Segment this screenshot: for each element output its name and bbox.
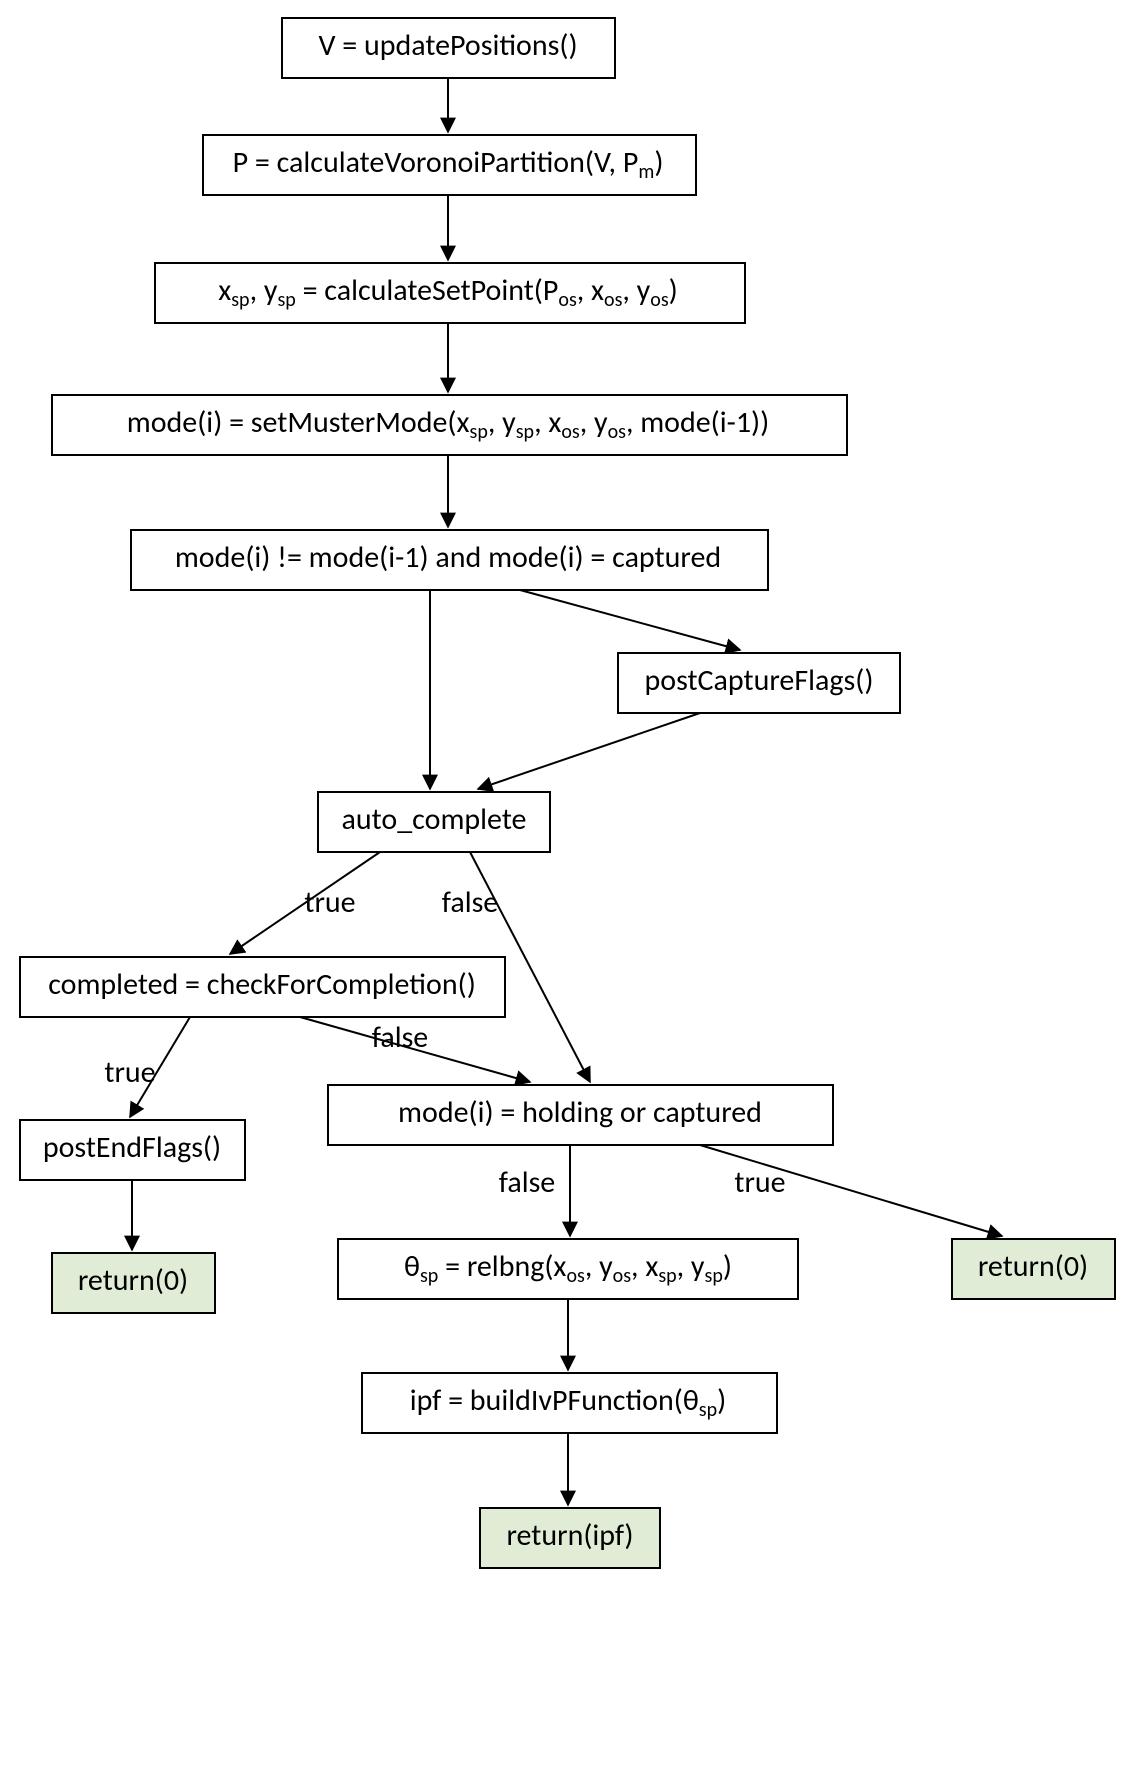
- edge-7-11-label: false: [442, 884, 498, 921]
- edge-8-9-label: true: [104, 1054, 155, 1091]
- node-post-end-flags-label: postEndFlags(): [43, 1129, 221, 1166]
- node-voronoi-partition-label: P = calculateVoronoiPartition(V, Pm): [233, 144, 664, 184]
- edge-11-15-label: true: [734, 1164, 785, 1201]
- node-post-capture-flags-label: postCaptureFlags(): [645, 662, 874, 699]
- node-return-0-left-label: return(0): [78, 1262, 188, 1299]
- edge-5-6: [520, 590, 740, 650]
- node-return-0-right-label: return(0): [978, 1248, 1088, 1285]
- flowchart-diagram: V = updatePositions() P = calculateVoron…: [0, 0, 1142, 1781]
- node-set-muster-mode-label: mode(i) = setMusterMode(xsp, ysp, xos, y…: [127, 404, 770, 444]
- node-auto-complete-label: auto_complete: [342, 801, 527, 838]
- node-update-positions-label: V = updatePositions(): [318, 27, 577, 64]
- edge-6-7: [478, 713, 700, 789]
- node-build-ivp-label: ipf = buildIvPFunction(θsp): [410, 1382, 727, 1422]
- edge-11-12-label: false: [499, 1164, 555, 1201]
- edge-8-11-label: false: [372, 1019, 428, 1056]
- node-check-completion-label: completed = checkForCompletion(): [48, 966, 476, 1003]
- node-return-ipf-label: return(ipf): [506, 1517, 633, 1554]
- node-mode-holding-captured-label: mode(i) = holding or captured: [398, 1094, 762, 1131]
- node-mode-check-label: mode(i) != mode(i-1) and mode(i) = captu…: [175, 539, 721, 576]
- edge-7-8-label: true: [304, 884, 355, 921]
